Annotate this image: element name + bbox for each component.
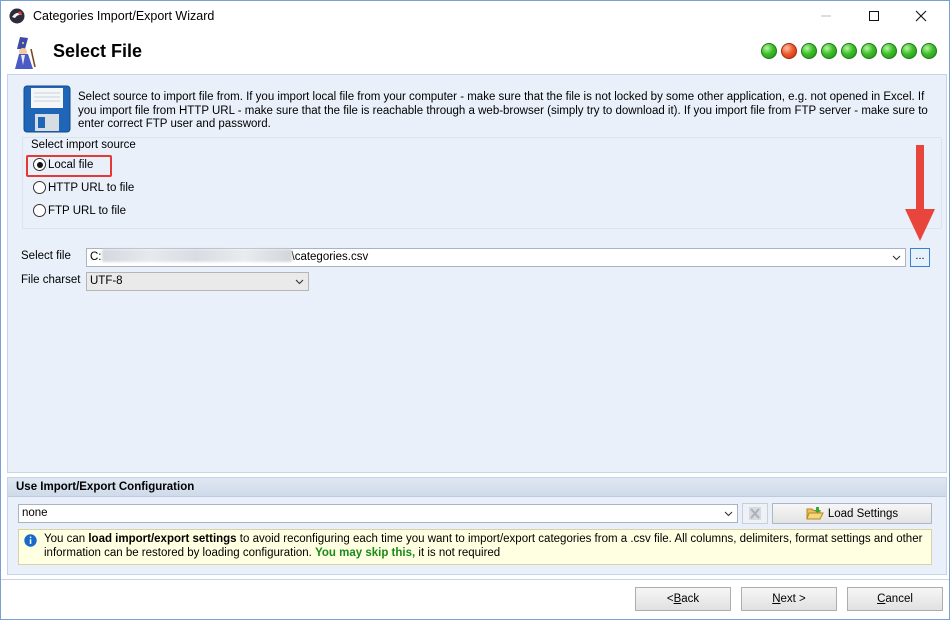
next-label-post: ext > xyxy=(780,593,806,605)
group-title: Select import source xyxy=(31,139,136,151)
config-section: Use Import/Export Configuration none Loa… xyxy=(7,477,947,575)
step-indicator-current xyxy=(781,43,797,59)
config-selected-value: none xyxy=(22,507,48,519)
footer-divider xyxy=(1,579,949,580)
charset-value: UTF-8 xyxy=(90,275,123,287)
info-text: Select source to import file from. If yo… xyxy=(78,91,928,130)
radio-button[interactable] xyxy=(33,181,46,194)
floppy-disk-icon xyxy=(23,85,71,133)
next-button[interactable]: Next > xyxy=(741,587,837,611)
step-indicator xyxy=(861,43,877,59)
maximize-icon xyxy=(869,11,879,21)
step-indicator xyxy=(901,43,917,59)
step-indicator xyxy=(841,43,857,59)
back-label-post: ack xyxy=(681,593,700,605)
clear-icon xyxy=(749,507,761,520)
file-path-combo[interactable]: C: \categories.csv xyxy=(86,248,906,267)
back-label-accel: B xyxy=(673,593,682,605)
notice-text: You can load import/export settings to a… xyxy=(44,533,924,560)
radio-http-url[interactable]: HTTP URL to file xyxy=(33,181,134,194)
cancel-label-post: ancel xyxy=(885,593,913,605)
radio-button[interactable] xyxy=(33,204,46,217)
config-select[interactable]: none xyxy=(18,504,738,523)
import-source-group: Select import source Local file HTTP URL… xyxy=(22,137,942,229)
step-indicator xyxy=(821,43,837,59)
minimize-button[interactable] xyxy=(803,1,849,31)
browse-button[interactable]: ... xyxy=(910,248,930,267)
step-indicator xyxy=(921,43,937,59)
load-settings-label: Load Settings xyxy=(827,507,899,520)
wizard-header: Select File xyxy=(1,31,949,73)
wizard-steps xyxy=(761,43,937,59)
page-title: Select File xyxy=(53,41,143,61)
title-bar: Categories Import/Export Wizard xyxy=(1,1,949,31)
info-icon xyxy=(24,534,37,547)
notice-part: You can xyxy=(44,533,89,545)
radio-ftp-url[interactable]: FTP URL to file xyxy=(33,204,126,217)
config-title: Use Import/Export Configuration xyxy=(16,481,195,493)
minimize-icon xyxy=(821,15,831,17)
notice-box: You can load import/export settings to a… xyxy=(18,529,932,565)
cancel-label-accel: C xyxy=(877,593,886,605)
open-folder-icon xyxy=(806,507,824,520)
chevron-down-icon[interactable] xyxy=(892,253,901,262)
notice-bold: load import/export settings xyxy=(88,533,237,545)
wizard-icon xyxy=(15,37,36,69)
step-indicator xyxy=(881,43,897,59)
clear-config-button[interactable] xyxy=(742,503,768,524)
app-icon xyxy=(9,8,25,24)
select-file-label: Select file xyxy=(21,250,71,262)
info-panel: Select source to import file from. If yo… xyxy=(22,83,940,143)
cancel-button[interactable]: Cancel xyxy=(847,587,943,611)
config-header: Use Import/Export Configuration xyxy=(8,478,946,497)
back-button[interactable]: < Back xyxy=(635,587,731,611)
file-path-name: \categories.csv xyxy=(291,251,369,263)
charset-select[interactable]: UTF-8 xyxy=(86,272,309,291)
chevron-down-icon[interactable] xyxy=(295,277,304,286)
file-path-drive: C: xyxy=(90,251,102,263)
wizard-window: Categories Import/Export Wizard Select F… xyxy=(0,0,950,620)
redacted-path xyxy=(101,249,292,262)
load-settings-button[interactable]: Load Settings xyxy=(772,503,932,524)
maximize-button[interactable] xyxy=(851,1,897,31)
next-label-accel: N xyxy=(772,593,781,605)
back-label-pre: < xyxy=(666,593,674,605)
radio-label: FTP URL to file xyxy=(48,204,126,217)
chevron-down-icon[interactable] xyxy=(724,509,733,518)
close-icon xyxy=(915,10,927,22)
window-title: Categories Import/Export Wizard xyxy=(33,9,215,23)
notice-part: it is not required xyxy=(415,546,501,559)
close-button[interactable] xyxy=(898,1,944,31)
red-arrow-annotation xyxy=(905,145,935,241)
highlight-box xyxy=(26,155,112,177)
file-charset-label: File charset xyxy=(21,274,81,286)
step-indicator xyxy=(761,43,777,59)
step-indicator xyxy=(801,43,817,59)
radio-label: HTTP URL to file xyxy=(48,181,135,194)
main-panel: Select source to import file from. If yo… xyxy=(7,74,947,473)
notice-green: You may skip this, xyxy=(315,546,416,559)
